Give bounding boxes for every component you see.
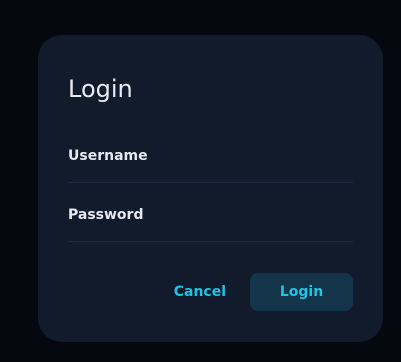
dialog-title: Login [68, 75, 133, 103]
username-field[interactable]: Username [68, 148, 353, 183]
dialog-actions: Cancel Login [174, 273, 353, 311]
cancel-button[interactable]: Cancel [174, 273, 226, 311]
password-input[interactable] [68, 207, 353, 241]
password-field[interactable]: Password [68, 207, 353, 242]
login-dialog: Login Username Password Cancel Login [38, 35, 383, 342]
login-button[interactable]: Login [250, 273, 353, 311]
username-input[interactable] [68, 148, 353, 182]
